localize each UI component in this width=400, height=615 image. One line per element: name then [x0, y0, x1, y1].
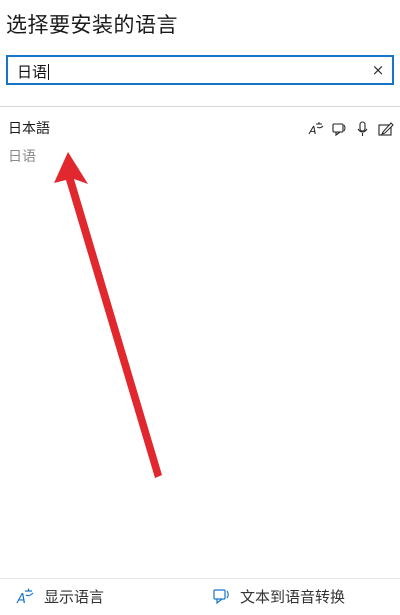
search-input[interactable]: 日语 × [6, 55, 394, 85]
text-to-speech-legend-icon [213, 589, 229, 605]
search-input-value: 日语 [17, 63, 50, 81]
language-feature-icons: A [308, 120, 394, 137]
speech-recognition-icon [354, 120, 371, 137]
svg-text:A: A [308, 124, 317, 137]
bottom-divider [0, 578, 400, 579]
display-language-legend-icon: A [16, 588, 34, 606]
legend-text-to-speech: 文本到语音转换 [212, 583, 345, 609]
language-name: 日本語 [8, 121, 50, 137]
legend-display-language-label: 显示语言 [44, 587, 105, 606]
clear-search-button[interactable]: × [368, 59, 388, 81]
annotation-arrow [54, 152, 162, 478]
language-list-item[interactable]: 日本語 日语 A [0, 110, 400, 170]
language-subtitle: 日语 [8, 149, 36, 165]
divider [0, 106, 400, 107]
display-language-icon: A [308, 120, 325, 137]
page-title: 选择要安装的语言 [6, 13, 178, 37]
legend-text-to-speech-label: 文本到语音转换 [240, 587, 346, 606]
handwriting-icon [377, 120, 394, 137]
text-to-speech-icon [331, 120, 348, 137]
svg-text:A: A [16, 592, 26, 606]
legend-display-language: A 显示语言 [16, 583, 104, 609]
text-caret [48, 64, 50, 80]
